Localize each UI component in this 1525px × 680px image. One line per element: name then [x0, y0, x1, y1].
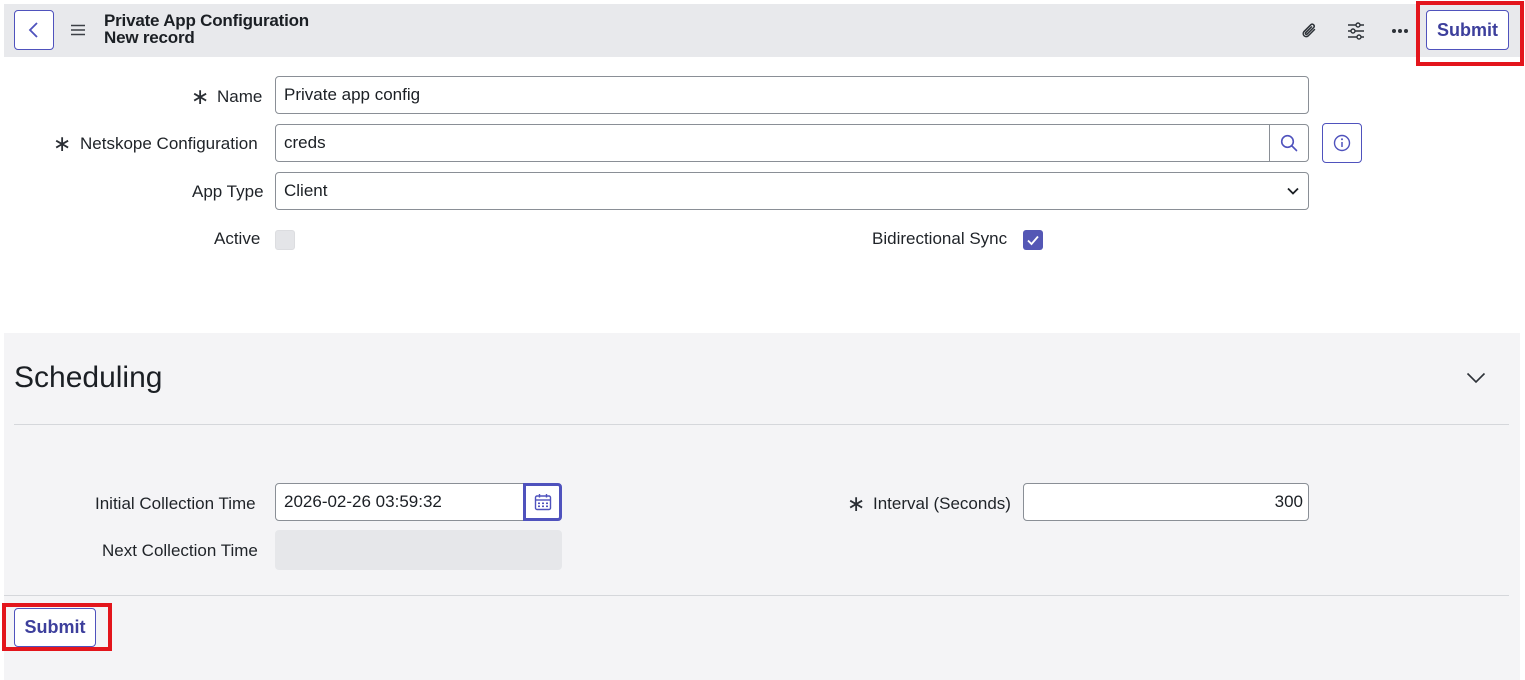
- form-title: Private App Configuration: [104, 11, 309, 30]
- required-icon: ∗: [191, 84, 210, 109]
- form-subtitle: New record: [104, 28, 195, 47]
- bidirectional-sync-checkbox[interactable]: [1023, 230, 1043, 250]
- checkmark-icon: [1027, 235, 1039, 246]
- chevron-left-icon: [28, 22, 38, 38]
- reference-info-button[interactable]: [1322, 123, 1362, 163]
- search-icon: [1280, 134, 1298, 152]
- calendar-icon: [534, 494, 551, 511]
- next-collection-time-label: Next Collection Time: [102, 541, 258, 560]
- netskope-configuration-input[interactable]: creds: [275, 124, 1271, 162]
- submit-button-top[interactable]: Submit: [1426, 10, 1509, 50]
- bidirectional-sync-label: Bidirectional Sync: [872, 229, 1008, 248]
- next-collection-time-readonly: [275, 530, 562, 570]
- name-label: Name: [217, 87, 263, 106]
- paperclip-icon[interactable]: [1297, 18, 1323, 44]
- interval-input[interactable]: 300: [1023, 483, 1309, 521]
- form-footer-divider: [4, 595, 1509, 596]
- app-type-selected-value: Client: [284, 181, 328, 200]
- scheduling-section: Scheduling Initial Collection Time 2026-…: [4, 333, 1520, 680]
- netskope-configuration-label: Netskope Configuration: [80, 134, 258, 153]
- date-picker-button[interactable]: [523, 483, 562, 521]
- initial-collection-time-input[interactable]: 2026-02-26 03:59:32: [275, 483, 525, 521]
- initial-collection-time-label: Initial Collection Time: [95, 494, 256, 513]
- name-input[interactable]: Private app config: [275, 76, 1309, 114]
- ellipsis-icon[interactable]: [1387, 18, 1413, 44]
- collapse-section-button[interactable]: [1462, 366, 1490, 390]
- interval-label: Interval (Seconds): [873, 494, 1011, 513]
- chevron-down-icon: [1287, 187, 1299, 195]
- active-label: Active: [214, 229, 261, 248]
- info-icon: [1333, 134, 1351, 152]
- required-icon: ∗: [847, 491, 866, 516]
- section-divider: [14, 424, 1509, 425]
- form-header: Private App Configuration New record Sub…: [4, 4, 1520, 57]
- lookup-search-button[interactable]: [1269, 124, 1309, 162]
- app-type-select[interactable]: Client: [275, 172, 1309, 210]
- sliders-icon[interactable]: [1343, 18, 1369, 44]
- submit-button-bottom[interactable]: Submit: [14, 608, 96, 647]
- back-button[interactable]: [14, 10, 54, 50]
- hamburger-menu-icon[interactable]: [70, 21, 86, 39]
- chevron-down-icon: [1466, 372, 1486, 384]
- app-type-label: App Type: [192, 182, 264, 201]
- active-checkbox[interactable]: [275, 230, 295, 250]
- required-icon: ∗: [53, 131, 72, 156]
- section-title: Scheduling: [14, 361, 163, 394]
- page-title: Private App Configuration New record: [104, 12, 309, 46]
